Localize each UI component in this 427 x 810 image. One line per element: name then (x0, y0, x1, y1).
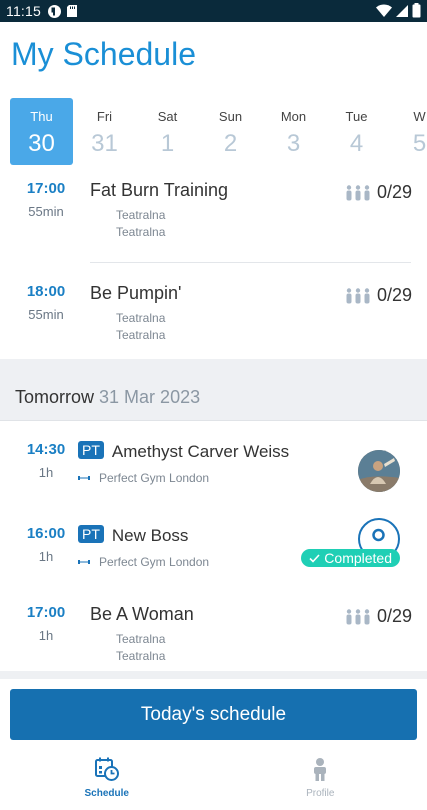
day-number: 3 (286, 130, 301, 157)
day-name: Fri (96, 109, 113, 124)
class-duration: 1h (38, 628, 54, 643)
class-room: Teatralna (116, 649, 166, 663)
day-3[interactable]: Sun 2 (199, 98, 262, 165)
day-number: 5 (412, 130, 427, 157)
day-2[interactable]: Sat 1 (136, 98, 199, 165)
page-title: My Schedule (11, 36, 196, 72)
class-start-time: 17:00 (26, 604, 66, 621)
class-room: Teatralna (116, 328, 166, 342)
people-icon (346, 608, 370, 624)
class-duration: 1h (38, 549, 54, 564)
capacity-value: 0/29 (376, 285, 412, 305)
gym-name: Perfect Gym London (99, 555, 210, 569)
pt-badge: PT (78, 441, 104, 459)
tab-label: Profile (306, 788, 335, 799)
status-left-icons (47, 4, 78, 19)
status-time: 11:15 (6, 3, 41, 19)
section-date: 31 Mar 2023 (99, 387, 201, 407)
class-duration: 55min (28, 204, 64, 219)
day-number: 4 (349, 130, 364, 157)
class-row[interactable]: 18:00 55min Be Pumpin' Teatralna Teatralna… (0, 263, 427, 359)
day-name: Sun (218, 109, 243, 124)
day-6[interactable]: W5 (388, 98, 427, 165)
wifi-icon (376, 4, 392, 17)
battery-icon (412, 3, 421, 18)
day-selector: Thu 30 Fri 31 Sat 1 Sun 2 Mon 3 Tue 4 W 5 (0, 98, 427, 168)
day-name: W (413, 109, 426, 124)
day-number: 1 (160, 130, 175, 157)
person-icon (314, 758, 327, 781)
class-start-time: 17:00 (26, 180, 66, 197)
tab-schedule[interactable]: Schedule (0, 748, 214, 810)
class-location: Teatralna (116, 632, 166, 646)
tab-profile[interactable]: Profile (214, 748, 427, 810)
class-start-time: 18:00 (26, 283, 66, 300)
day-number: 30 (28, 130, 55, 157)
people-icon (346, 287, 370, 303)
class-row[interactable]: 17:00 1h Be A Woman Teatralna Teatralna 0/… (0, 589, 427, 671)
class-location: Teatralna (116, 311, 166, 325)
day-name: Mon (280, 109, 307, 124)
completed-badge: Completed (301, 549, 400, 567)
day-0[interactable]: Thu 30 (10, 98, 73, 165)
class-location: Teatralna (116, 208, 166, 222)
class-row[interactable]: 17:00 55min Fat Burn Training Teatralna Te… (0, 168, 427, 263)
check-icon (309, 553, 320, 563)
dumbbell-icon (78, 560, 90, 564)
trainer-avatar (358, 450, 400, 492)
capacity-value: 0/29 (376, 606, 412, 626)
class-start-time: 16:00 (26, 525, 66, 542)
day-number: 31 (91, 130, 118, 157)
todays-schedule-button[interactable]: Today's schedule (10, 689, 417, 740)
class-name: New Boss (111, 526, 189, 545)
day-4[interactable]: Mon 3 (262, 98, 325, 165)
day-5[interactable]: Tue 4 (325, 98, 388, 165)
completed-label: Completed (324, 550, 392, 566)
sd-card-icon (67, 5, 77, 17)
status-bar: 11:15 (0, 0, 427, 22)
class-capacity: 0/29 (345, 182, 412, 203)
class-duration: 55min (28, 307, 64, 322)
signal-icon (396, 4, 408, 17)
day-name: Sat (157, 109, 178, 124)
class-capacity: 0/29 (345, 606, 412, 627)
capacity-value: 0/29 (376, 182, 412, 202)
tab-label: Schedule (84, 788, 129, 799)
class-start-time: 14:30 (26, 441, 66, 458)
section-header-tomorrow: Tomorrow 31 Mar 2023 (0, 359, 427, 421)
people-icon (346, 184, 370, 200)
app-notification-icon (48, 4, 61, 18)
schedule-list: 17:00 55min Fat Burn Training Teatralna Te… (0, 168, 427, 679)
list-bottom-separator (0, 671, 427, 679)
status-right-icons (376, 3, 421, 18)
section-label: Tomorrow (15, 387, 95, 407)
class-duration: 1h (38, 465, 54, 480)
appointment-row[interactable]: 16:00 1h PT New Boss Perfect Gym London Co… (0, 505, 427, 589)
gym-name: Perfect Gym London (99, 471, 210, 485)
day-1[interactable]: Fri 31 (73, 98, 136, 165)
calendar-clock-icon (94, 757, 119, 781)
bottom-tab-bar: Schedule Profile (0, 748, 427, 810)
day-name: Tue (345, 109, 368, 124)
dumbbell-icon (78, 476, 90, 480)
day-number: 2 (223, 130, 238, 157)
appointment-row[interactable]: 14:30 1h PT Amethyst Carver Weiss Perfect … (0, 421, 427, 505)
pt-badge: PT (78, 525, 104, 543)
class-name: Amethyst Carver Weiss (111, 442, 290, 461)
class-room: Teatralna (116, 225, 166, 239)
day-name: Thu (30, 109, 53, 124)
class-capacity: 0/29 (345, 285, 412, 306)
